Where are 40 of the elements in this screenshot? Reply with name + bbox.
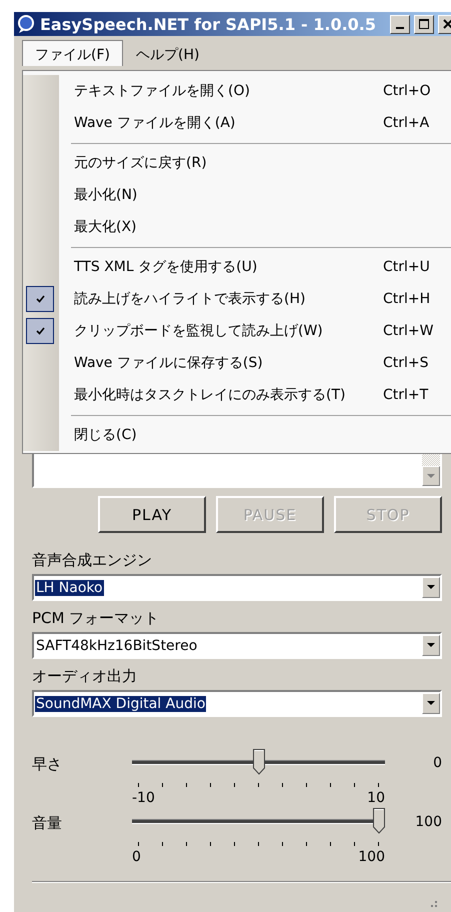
down-arrow-icon xyxy=(427,585,435,590)
dropdown[interactable]: LH Naoko xyxy=(32,574,442,601)
dropdown-button[interactable] xyxy=(422,635,440,656)
slider-min-label: -10 xyxy=(132,790,155,806)
slider-value: 100 xyxy=(414,813,442,830)
field-label: PCM フォーマット xyxy=(32,609,160,628)
down-arrow-icon xyxy=(427,643,435,648)
dropdown-value: SAFT48kHz16BitStereo xyxy=(35,638,198,654)
menu-bar-item[interactable]: ヘルプ(H) xyxy=(122,40,212,66)
dropdown-value: SoundMAX Digital Audio xyxy=(35,696,206,712)
maximize-button[interactable] xyxy=(414,14,434,34)
dropdown-button[interactable] xyxy=(422,693,440,714)
minimize-icon xyxy=(396,26,404,28)
slider-min-label: 0 xyxy=(132,849,141,865)
close-icon xyxy=(443,19,451,29)
slider-track[interactable] xyxy=(132,810,385,834)
slider-value: 0 xyxy=(432,754,442,771)
slider-thumb[interactable] xyxy=(373,808,385,834)
down-arrow-icon xyxy=(427,701,435,706)
slider-max-label: 10 xyxy=(367,790,385,806)
resize-grip-icon[interactable] xyxy=(428,898,438,908)
window-title: EasySpeech.NET for SAPI5.1 - 1.0.0.5 xyxy=(40,14,378,34)
field-label: 音声合成エンジン xyxy=(32,551,153,570)
dropdown[interactable]: SAFT48kHz16BitStereo xyxy=(32,632,442,659)
dropdown-value: LH Naoko xyxy=(35,580,104,596)
playback-button[interactable]: PLAY xyxy=(98,496,206,533)
slider-max-label: 100 xyxy=(358,849,385,865)
maximize-icon xyxy=(419,19,429,29)
slider-thumb[interactable] xyxy=(252,749,264,775)
field-label: オーディオ出力 xyxy=(32,667,138,686)
down-arrow-icon xyxy=(427,474,435,478)
scroll-down-button[interactable] xyxy=(422,466,440,486)
slider-label: 音量 xyxy=(32,813,63,833)
minimize-button[interactable] xyxy=(390,14,410,34)
dropdown[interactable]: SoundMAX Digital Audio xyxy=(32,690,442,717)
slider-label: 早さ xyxy=(32,754,63,774)
app-icon xyxy=(16,14,36,34)
menu-bar-item[interactable]: ファイル(F) xyxy=(22,40,123,66)
dropdown-button[interactable] xyxy=(422,577,440,598)
slider-track[interactable] xyxy=(132,751,385,775)
